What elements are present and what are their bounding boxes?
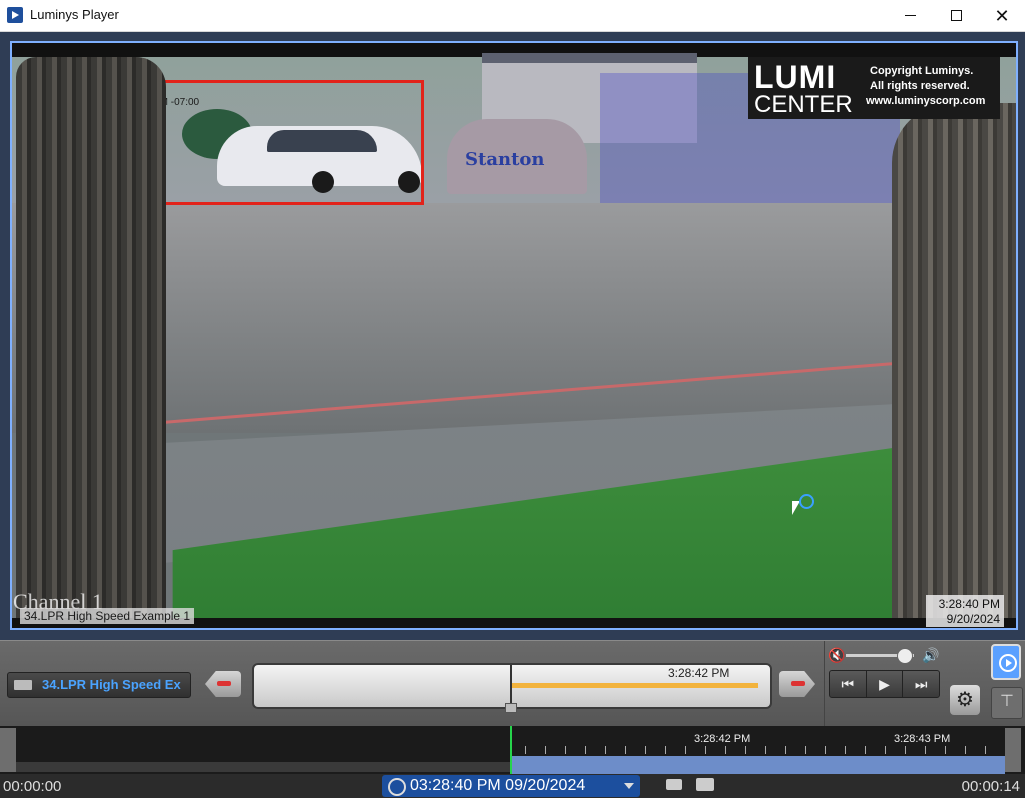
- video-timestamp-date: 9/20/2024: [946, 612, 1000, 626]
- print-icon[interactable]: [696, 778, 714, 791]
- overview-fill: [510, 756, 1005, 774]
- status-bar: 00:00:00 03:28:40 PM 09/20/2024 00:00:14: [0, 774, 1025, 798]
- camera-icon[interactable]: [666, 779, 682, 790]
- timeline-thumb[interactable]: [505, 703, 517, 713]
- overview-timeline[interactable]: 3:28:42 PM 3:28:43 PM: [0, 726, 1025, 774]
- timeline-progress-bar: [510, 683, 758, 688]
- video-view[interactable]: Stanton 2/20/2024 03:28:40 PM -07:00 LUM…: [10, 41, 1018, 630]
- play-mode-icon: [999, 654, 1017, 672]
- timeline-cursor[interactable]: [510, 665, 512, 707]
- settings-button[interactable]: ⚙: [950, 685, 980, 715]
- clip-selector[interactable]: 34.LPR High Speed Ex: [7, 672, 191, 698]
- overview-scroll-left[interactable]: [0, 728, 16, 772]
- pin-button[interactable]: ⊤: [991, 687, 1023, 719]
- play-mode-button[interactable]: [991, 644, 1021, 680]
- cursor-ring-icon: [799, 494, 814, 509]
- scene-tree-right: [892, 103, 1016, 628]
- transport-controls: ⏮ ▶ ⏭: [829, 670, 940, 698]
- clip-selector-label: 34.LPR High Speed Ex: [42, 677, 181, 692]
- control-divider: [824, 641, 825, 727]
- current-datetime: 03:28:40 PM 09/20/2024: [410, 777, 586, 794]
- close-button[interactable]: ✕: [979, 0, 1025, 31]
- overview-ticks: [525, 746, 1003, 754]
- overview-scroll-right[interactable]: [1005, 728, 1021, 772]
- pin-icon: ⊤: [1000, 693, 1014, 710]
- timeline-time-label: 3:28:42 PM: [668, 666, 730, 680]
- step-back-button[interactable]: ⏮: [830, 671, 867, 697]
- sign-text: Stanton: [465, 149, 545, 170]
- clock-icon: [388, 778, 406, 796]
- start-time: 00:00:00: [3, 778, 62, 795]
- datetime-selector[interactable]: 03:28:40 PM 09/20/2024: [382, 775, 640, 797]
- prev-clip-button[interactable]: [205, 671, 241, 697]
- next-clip-icon: [791, 681, 805, 686]
- mute-icon[interactable]: 🔇: [828, 647, 845, 664]
- film-icon: [14, 680, 32, 690]
- lumicenter-logo: LUMI CENTER Copyright Luminys. All right…: [748, 57, 1000, 119]
- maximize-button[interactable]: [933, 0, 979, 31]
- logo-url: www.luminyscorp.com: [866, 95, 986, 107]
- minimize-icon: [904, 15, 916, 16]
- control-bar: 34.LPR High Speed Ex 3:28:42 PM 🔇 🔊 ⏮ ▶ …: [0, 640, 1025, 727]
- play-button[interactable]: ▶: [867, 671, 904, 697]
- app-icon: [7, 7, 23, 23]
- video-timestamp: 3:28:40 PM 9/20/2024: [926, 595, 1004, 627]
- minimize-button[interactable]: [887, 0, 933, 31]
- step-forward-button[interactable]: ⏭: [903, 671, 939, 697]
- video-timestamp-time: 3:28:40 PM: [938, 597, 1000, 611]
- overview-playhead[interactable]: [510, 726, 512, 774]
- video-frame: Stanton 2/20/2024 03:28:40 PM -07:00 LUM…: [0, 32, 1025, 640]
- window-title: Luminys Player: [30, 7, 119, 22]
- gear-icon: ⚙: [956, 689, 974, 711]
- volume-icon[interactable]: 🔊: [922, 647, 939, 664]
- overview-tick-label: 3:28:42 PM: [694, 733, 751, 745]
- close-icon: ✕: [994, 5, 1010, 26]
- prev-clip-icon: [217, 681, 231, 686]
- maximize-icon: [950, 10, 962, 21]
- dropdown-caret-icon: [624, 783, 634, 789]
- channel-name: 34.LPR High Speed Example 1: [20, 608, 195, 624]
- scene-tree-left: [16, 57, 166, 628]
- logo-copyright-2: All rights reserved.: [870, 80, 970, 92]
- overview-tick-label: 3:28:43 PM: [894, 733, 951, 745]
- title-bar: Luminys Player ✕: [0, 0, 1025, 32]
- next-clip-button[interactable]: [779, 671, 815, 697]
- logo-line2: CENTER: [754, 91, 853, 118]
- volume-knob[interactable]: [896, 648, 913, 664]
- end-time: 00:00:14: [961, 778, 1020, 795]
- logo-copyright-1: Copyright Luminys.: [870, 65, 974, 77]
